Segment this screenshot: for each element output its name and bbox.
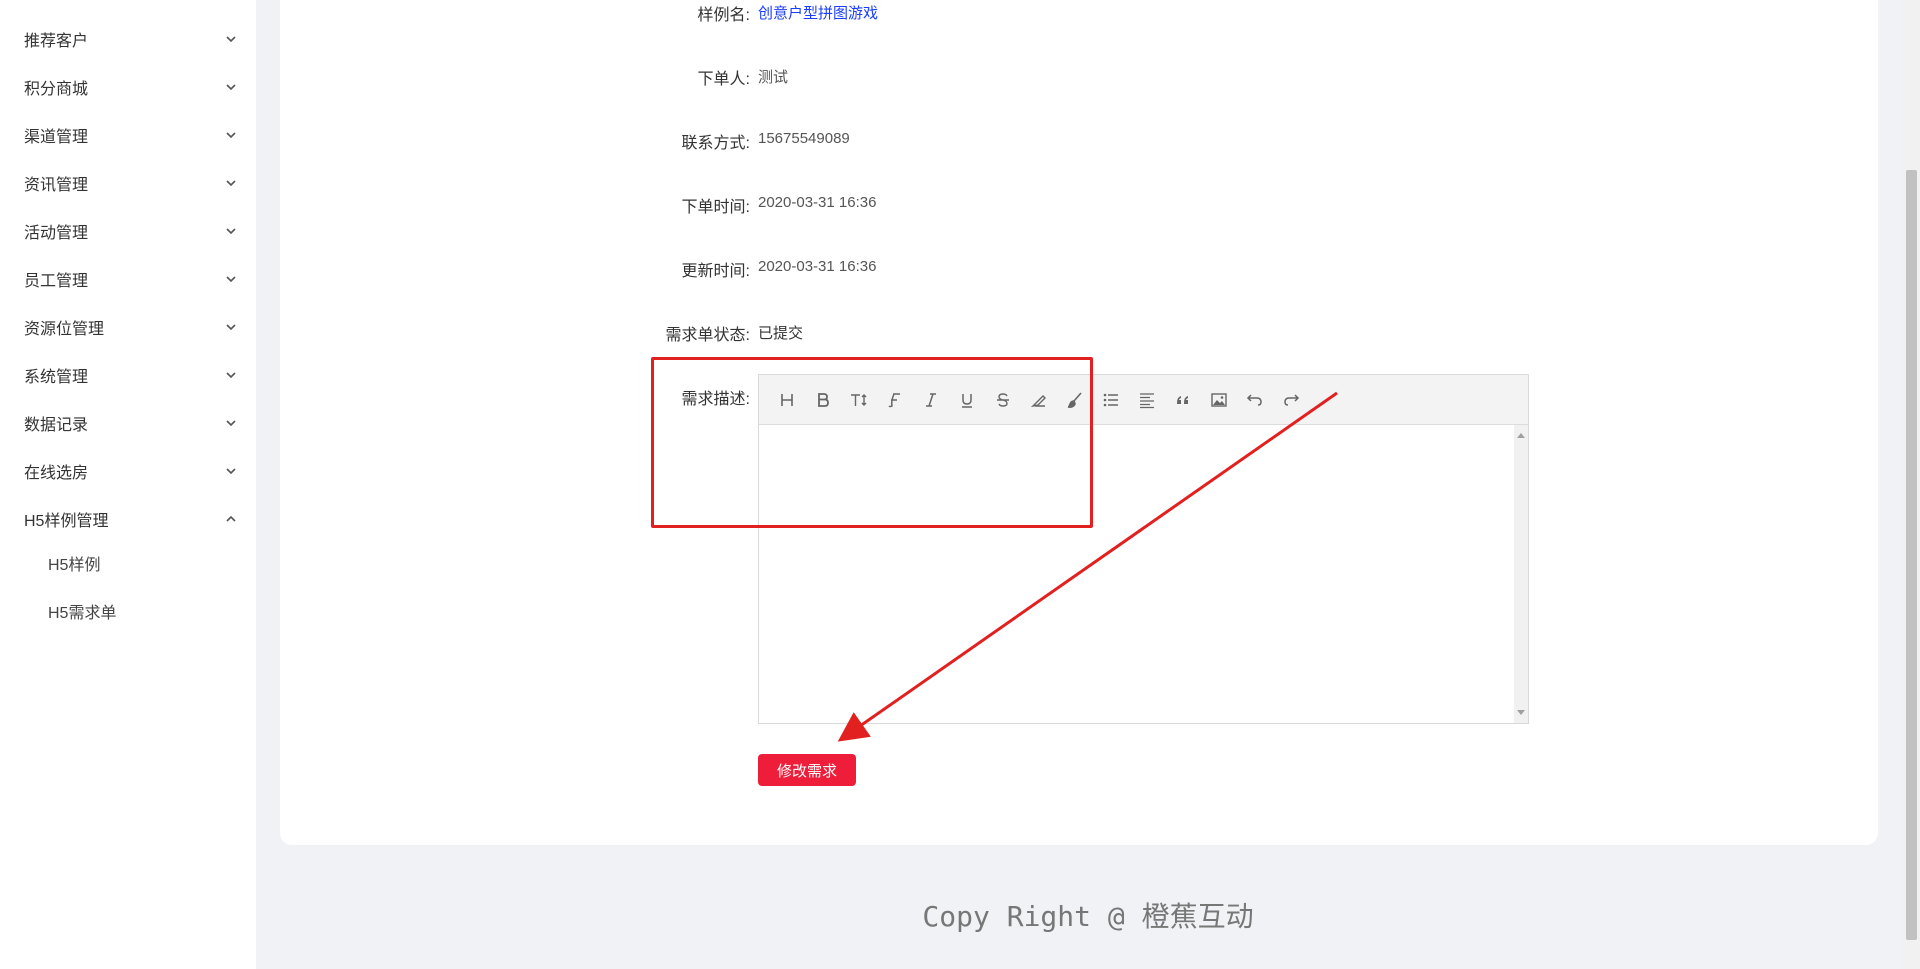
sidebar-item-news[interactable]: 资讯管理 [0, 159, 256, 207]
sidebar-subitem-h5-requirements[interactable]: H5需求单 [0, 587, 256, 635]
editor-toolbar [759, 375, 1528, 425]
chevron-down-icon [226, 276, 236, 283]
sidebar-item-h5-samples[interactable]: H5样例管理 [0, 495, 256, 543]
italic-icon[interactable] [913, 382, 949, 418]
sidebar-item-label: 数据记录 [24, 417, 89, 434]
chevron-down-icon [226, 132, 236, 139]
sidebar-item-data-records[interactable]: 数据记录 [0, 399, 256, 447]
strikethrough-icon[interactable] [985, 382, 1021, 418]
sidebar-item-label: 活动管理 [24, 225, 89, 242]
page-scrollbar-thumb[interactable] [1906, 170, 1917, 940]
status-label: 需求单状态: [665, 327, 750, 344]
scroll-down-icon[interactable] [1517, 710, 1525, 715]
update-time-value: 2020-03-31 16:36 [758, 258, 877, 275]
sidebar-item-label: 推荐客户 [24, 33, 89, 50]
sidebar-item-label: 资讯管理 [24, 177, 89, 194]
chevron-down-icon [226, 36, 236, 43]
footer-copyright: Copy Right @ 橙蕉互动 [922, 900, 1254, 933]
page-scrollbar[interactable] [1903, 0, 1920, 969]
undo-icon[interactable] [1237, 382, 1273, 418]
sidebar-item-channels[interactable]: 渠道管理 [0, 111, 256, 159]
detail-card: 样例名: 创意户型拼图游戏 下单人: 测试 联系方式: 15675549089 … [280, 0, 1878, 845]
sidebar-item-label: 系统管理 [24, 369, 89, 386]
chevron-down-icon [226, 228, 236, 235]
sidebar-item-points-mall[interactable]: 积分商城 [0, 63, 256, 111]
sidebar-item-staff[interactable]: 员工管理 [0, 255, 256, 303]
chevron-down-icon [226, 84, 236, 91]
sidebar-item-label: 渠道管理 [24, 129, 89, 146]
sidebar-item-activities[interactable]: 活动管理 [0, 207, 256, 255]
sidebar-item-recommend-customers[interactable]: 推荐客户 [0, 15, 256, 63]
editor-content-area[interactable] [759, 425, 1528, 723]
image-icon[interactable] [1201, 382, 1237, 418]
contact-value: 15675549089 [758, 130, 850, 147]
sidebar-item-label: 员工管理 [24, 273, 89, 290]
sidebar-item-resource-slots[interactable]: 资源位管理 [0, 303, 256, 351]
align-icon[interactable] [1129, 382, 1165, 418]
list-icon[interactable] [1093, 382, 1129, 418]
orderer-label: 下单人: [697, 71, 750, 88]
chevron-down-icon [226, 468, 236, 475]
sample-name-link[interactable]: 创意户型拼图游戏 [758, 2, 878, 23]
sample-name-label: 样例名: [697, 7, 750, 24]
sidebar-item-online-housing[interactable]: 在线选房 [0, 447, 256, 495]
order-time-value: 2020-03-31 16:36 [758, 194, 877, 211]
chevron-down-icon [226, 180, 236, 187]
sidebar-item-system[interactable]: 系统管理 [0, 351, 256, 399]
description-label: 需求描述: [681, 391, 750, 408]
brush-icon[interactable] [1057, 382, 1093, 418]
sidebar-item-label: 资源位管理 [24, 321, 105, 338]
quote-icon[interactable] [1165, 382, 1201, 418]
orderer-value: 测试 [758, 69, 789, 86]
order-time-label: 下单时间: [681, 199, 750, 216]
update-time-label: 更新时间: [681, 263, 750, 280]
bold-icon[interactable] [805, 382, 841, 418]
scroll-up-icon[interactable] [1517, 433, 1525, 438]
font-family-icon[interactable] [877, 382, 913, 418]
chevron-up-icon [226, 515, 236, 522]
chevron-down-icon [226, 324, 236, 331]
highlight-icon[interactable] [1021, 382, 1057, 418]
sidebar-subitem-h5-sample[interactable]: H5样例 [0, 539, 256, 587]
sidebar-item-label: 在线选房 [24, 465, 89, 482]
heading-icon[interactable] [769, 382, 805, 418]
sidebar-item-label: 积分商城 [24, 81, 89, 98]
status-value: 已提交 [758, 325, 804, 342]
contact-label: 联系方式: [681, 135, 750, 152]
modify-requirement-button[interactable]: 修改需求 [758, 754, 856, 786]
chevron-down-icon [226, 372, 236, 379]
sidebar-subitem-label: H5样例 [48, 557, 101, 574]
rich-text-editor [758, 374, 1529, 724]
sidebar-subitem-label: H5需求单 [48, 605, 117, 622]
underline-icon[interactable] [949, 382, 985, 418]
sidebar: 推荐客户 积分商城 渠道管理 资讯管理 活动管理 员工管理 资源位管理 系统管理… [0, 0, 256, 969]
chevron-down-icon [226, 420, 236, 427]
sidebar-item-label: H5样例管理 [24, 513, 109, 530]
redo-icon[interactable] [1273, 382, 1309, 418]
font-size-icon[interactable] [841, 382, 877, 418]
editor-scrollbar[interactable] [1514, 425, 1528, 723]
